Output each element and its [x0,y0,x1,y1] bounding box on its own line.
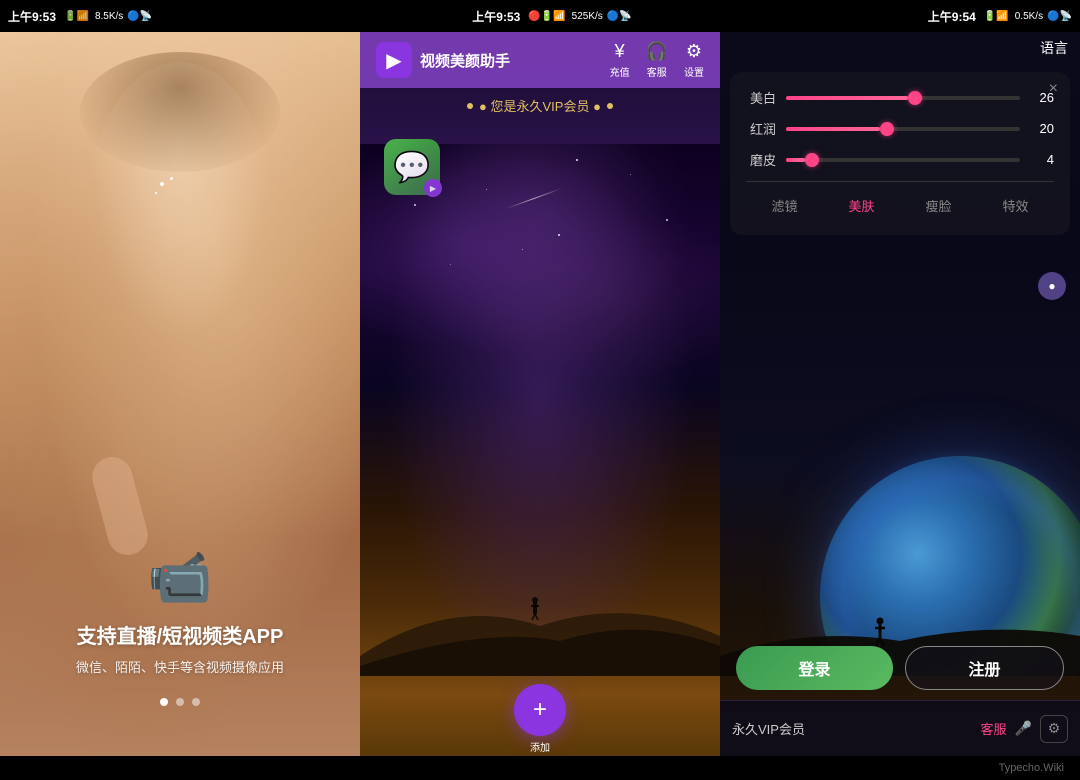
settings-small-icon: ⚙ [1048,720,1061,737]
earth-background [720,336,1080,676]
stars-layer [360,144,720,444]
dot-1 [160,698,168,706]
tab-effects[interactable]: 特效 [977,192,1054,219]
desert-bg [360,476,720,676]
yen-icon: ¥ [615,41,625,62]
tab-slim-face[interactable]: 瘦脸 [900,192,977,219]
time-1: 上午9:53 [8,8,56,25]
language-button[interactable]: 语言 [1040,38,1068,58]
register-button[interactable]: 注册 [905,646,1064,690]
network-icons-2: 🔵📡 [607,11,632,22]
settings-button[interactable]: ⚙ 设置 [684,41,704,79]
network-speed-3: 0.5K/s [1015,11,1043,22]
app-picker-body: ● 您是永久VIP会员 ● 💬 ▶ 微信 [360,88,720,756]
smoothing-slider-row: 磨皮 4 [746,150,1054,169]
tab-filter[interactable]: 滤镜 [746,192,823,219]
time-3: 上午9:54 [928,8,976,25]
login-button[interactable]: 登录 [736,646,893,690]
shooting-star [506,188,563,209]
rosy-fill [786,127,880,131]
panel-app-picker: ▶ 视频美颜助手 ¥ 充值 🎧 客服 ⚙ 设置 [360,32,720,756]
recharge-button[interactable]: ¥ 充值 [610,41,630,79]
smoothing-thumb[interactable] [805,153,819,167]
sparkle-1 [160,182,164,186]
vip-text: ● 您是永久VIP会员 ● [479,96,601,115]
status-icons-1: 🔋📶 [64,11,89,22]
customer-service-link[interactable]: 客服 [981,719,1007,738]
app-name-label: 视频美颜助手 [420,50,602,71]
whitening-label: 美白 [746,88,776,107]
network-speed-2: 525K/s [572,11,603,22]
vip-dot-left [467,103,473,109]
intro-title: 支持直播/短视频类APP [20,620,340,649]
dot-2 [176,698,184,706]
rosy-track[interactable] [786,127,1020,131]
smoothing-track[interactable] [786,158,1020,162]
app-logo-icon: ▶ [376,42,412,78]
gear-icon: ⚙ [686,41,702,62]
page-dots [0,698,360,706]
network-icons-1: 🔵📡 [127,11,152,22]
recharge-label: 充值 [610,64,630,79]
vip-status-label: 永久VIP会员 [732,719,973,738]
settings-small-button[interactable]: ⚙ [1040,715,1068,743]
rosy-label: 红润 [746,119,776,138]
network-icons-3: 🔵📡 [1047,11,1072,22]
panel-beauty: 语言 × 美白 [720,32,1080,756]
sparkle-2 [170,177,173,180]
status-icons-2: 🔴🔋📶 [528,11,565,22]
panel-intro: 📹 支持直播/短视频类APP 微信、陌陌、快手等含视频摄像应用 [0,32,360,756]
add-label: 添加 [530,739,550,754]
vip-dot-right [607,103,613,109]
sparkle-3 [155,192,157,194]
app-header: ▶ 视频美颜助手 ¥ 充值 🎧 客服 ⚙ 设置 [360,32,720,88]
rosy-slider-row: 红润 20 [746,119,1054,138]
tab-beauty-skin[interactable]: 美肤 [823,192,900,219]
action-buttons-area: 登录 注册 [720,636,1080,700]
customer-label: 客服 [647,64,667,79]
hair-highlight [80,52,280,172]
whitening-slider-row: 美白 26 [746,88,1054,107]
smoothing-value: 4 [1030,152,1054,167]
headset-icon: 🎧 [646,41,668,62]
intro-content: 📹 支持直播/短视频类APP 微信、陌陌、快手等含视频摄像应用 [0,547,360,676]
settings-label: 设置 [684,64,704,79]
header-actions: ¥ 充值 🎧 客服 ⚙ 设置 [610,41,704,79]
network-speed-1: 8.5K/s [95,11,123,22]
whitening-track[interactable] [786,96,1020,100]
whitening-fill [786,96,908,100]
intro-subtitle: 微信、陌陌、快手等含视频摄像应用 [20,657,340,676]
vip-badge: ● 您是永久VIP会员 ● [360,88,720,123]
panel3-topbar: 语言 [720,32,1080,64]
bottom-status-bar: 永久VIP会员 客服 🎤 ⚙ [720,700,1080,756]
beauty-tabs: 滤镜 美肤 瘦脸 特效 [746,181,1054,219]
status-icons-3: 🔋📶 [984,11,1009,22]
whitening-thumb[interactable] [908,91,922,105]
attribution-text: Typecho.Wiki [999,762,1064,774]
beauty-controls-panel: × 美白 26 红润 20 磨 [730,72,1070,235]
rosy-thumb[interactable] [880,122,894,136]
plus-icon: + [533,698,547,722]
floating-toggle[interactable]: ● [1038,272,1066,300]
rosy-value: 20 [1030,121,1054,136]
smoothing-fill [786,158,805,162]
mic-icon: 🎤 [1015,720,1032,737]
attribution-bar: Typecho.Wiki [0,756,1080,780]
smoothing-label: 磨皮 [746,150,776,169]
add-app-button[interactable]: + 添加 [514,684,566,736]
customer-service-button[interactable]: 🎧 客服 [646,41,668,79]
camera-icon: 📹 [20,547,340,608]
time-2: 上午9:53 [472,8,520,25]
dot-3 [192,698,200,706]
beauty-close-button[interactable]: × [1049,80,1058,98]
